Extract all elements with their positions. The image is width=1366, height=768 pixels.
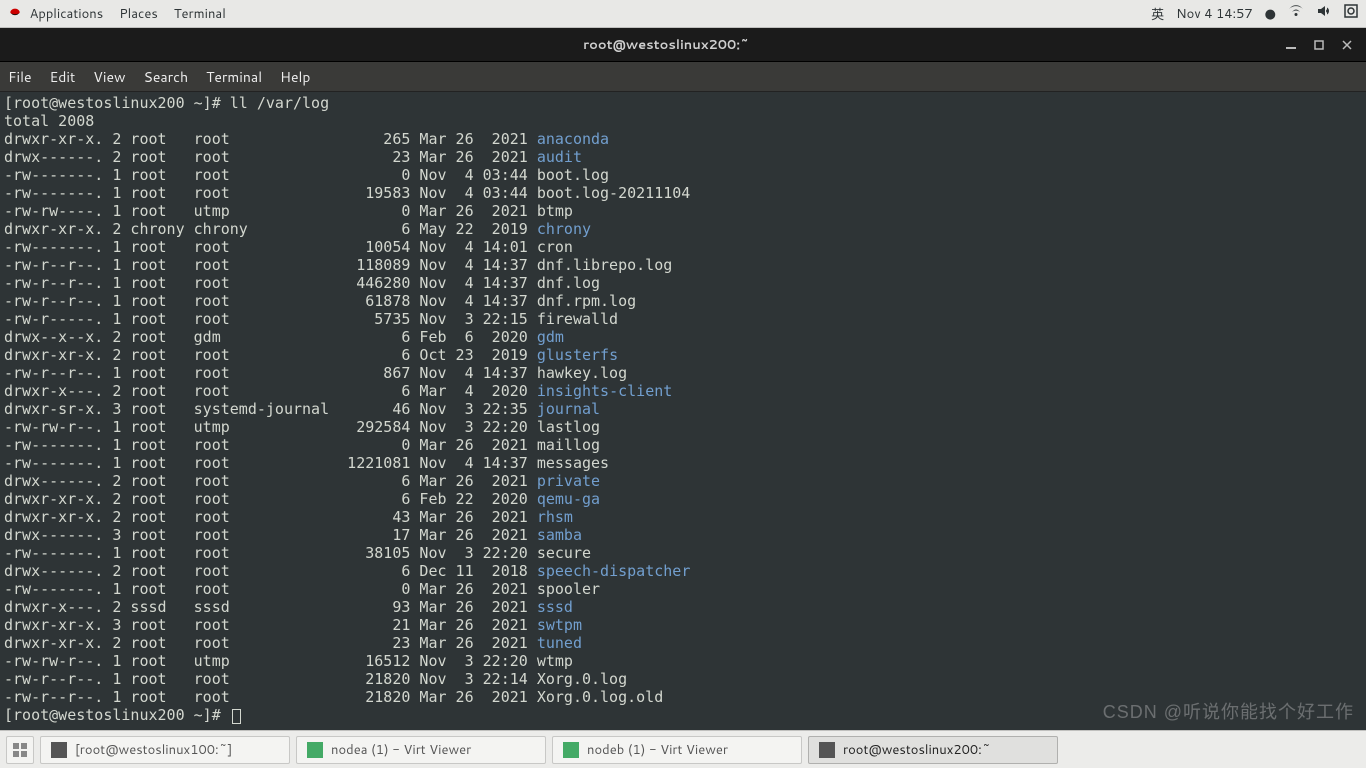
listing-row: drwx------. 3 root root 17 Mar 26 2021 s… bbox=[4, 526, 1362, 544]
terminal-output[interactable]: [root@westoslinux200 ~]# ll /var/logtota… bbox=[0, 92, 1366, 730]
topbar-left: Applications Places Terminal bbox=[8, 4, 226, 23]
monitor-icon bbox=[563, 742, 579, 758]
listing-row: -rw-------. 1 root root 10054 Nov 4 14:0… bbox=[4, 238, 1362, 256]
cursor bbox=[232, 709, 241, 724]
apps-label: Applications bbox=[30, 5, 104, 23]
clock[interactable]: Nov 4 14:57 bbox=[1176, 5, 1253, 23]
listing-row: drwx------. 2 root root 6 Mar 26 2021 pr… bbox=[4, 472, 1362, 490]
monitor-icon bbox=[307, 742, 323, 758]
listing-row: -rw-r--r--. 1 root root 118089 Nov 4 14:… bbox=[4, 256, 1362, 274]
listing-row: drwxr-xr-x. 3 root root 21 Mar 26 2021 s… bbox=[4, 616, 1362, 634]
listing-row: -rw-------. 1 root root 1221081 Nov 4 14… bbox=[4, 454, 1362, 472]
listing-row: -rw-r-----. 1 root root 5735 Nov 3 22:15… bbox=[4, 310, 1362, 328]
listing-row: drwxr-x---. 2 root root 6 Mar 4 2020 ins… bbox=[4, 382, 1362, 400]
redhat-icon bbox=[8, 4, 22, 18]
terminal-icon bbox=[51, 742, 67, 758]
listing-row: drwxr-xr-x. 2 root root 265 Mar 26 2021 … bbox=[4, 130, 1362, 148]
places-menu[interactable]: Places bbox=[119, 5, 158, 23]
prompt-line: [root@westoslinux200 ~]# ll /var/log bbox=[4, 94, 1362, 112]
listing-row: -rw-r--r--. 1 root root 21820 Nov 3 22:1… bbox=[4, 670, 1362, 688]
listing-row: drwxr-xr-x. 2 root root 23 Mar 26 2021 t… bbox=[4, 634, 1362, 652]
listing-row: -rw-r--r--. 1 root root 61878 Nov 4 14:3… bbox=[4, 292, 1362, 310]
desktop-topbar: Applications Places Terminal 英 Nov 4 14:… bbox=[0, 0, 1366, 28]
maximize-button[interactable] bbox=[1312, 38, 1326, 52]
task-label: nodeb (1) - Virt Viewer bbox=[587, 741, 728, 759]
notification-dot: ● bbox=[1265, 5, 1276, 23]
listing-row: drwxr-xr-x. 2 root root 6 Feb 22 2020 qe… bbox=[4, 490, 1362, 508]
volume-icon[interactable] bbox=[1316, 4, 1332, 23]
menu-edit[interactable]: Edit bbox=[50, 67, 76, 87]
power-icon[interactable] bbox=[1344, 4, 1358, 23]
listing-row: drwx--x--x. 2 root gdm 6 Feb 6 2020 gdm bbox=[4, 328, 1362, 346]
listing-row: -rw-------. 1 root root 0 Mar 26 2021 ma… bbox=[4, 436, 1362, 454]
listing-row: -rw-r--r--. 1 root root 867 Nov 4 14:37 … bbox=[4, 364, 1362, 382]
listing-row: -rw-rw----. 1 root utmp 0 Mar 26 2021 bt… bbox=[4, 202, 1362, 220]
total-line: total 2008 bbox=[4, 112, 1362, 130]
listing-row: -rw-------. 1 root root 38105 Nov 3 22:2… bbox=[4, 544, 1362, 562]
task-terminal-100[interactable]: [root@westoslinux100:~] bbox=[40, 736, 290, 764]
terminal-menubar: File Edit View Search Terminal Help bbox=[0, 62, 1366, 92]
listing-row: drwx------. 2 root root 23 Mar 26 2021 a… bbox=[4, 148, 1362, 166]
listing-row: drwxr-xr-x. 2 root root 43 Mar 26 2021 r… bbox=[4, 508, 1362, 526]
window-title: root@westoslinux200:~ bbox=[60, 36, 1272, 54]
task-label: root@westoslinux200:~ bbox=[843, 741, 991, 759]
task-virt-nodeb[interactable]: nodeb (1) - Virt Viewer bbox=[552, 736, 802, 764]
task-virt-nodea[interactable]: nodea (1) - Virt Viewer bbox=[296, 736, 546, 764]
menu-file[interactable]: File bbox=[8, 67, 32, 87]
listing-row: drwx------. 2 root root 6 Dec 11 2018 sp… bbox=[4, 562, 1362, 580]
minimize-button[interactable] bbox=[1284, 38, 1298, 52]
listing-row: -rw-r--r--. 1 root root 21820 Mar 26 202… bbox=[4, 688, 1362, 706]
listing-row: drwxr-x---. 2 sssd sssd 93 Mar 26 2021 s… bbox=[4, 598, 1362, 616]
terminal-icon bbox=[819, 742, 835, 758]
task-label: nodea (1) - Virt Viewer bbox=[331, 741, 471, 759]
task-label: [root@westoslinux100:~] bbox=[75, 741, 232, 759]
network-icon[interactable] bbox=[1288, 4, 1304, 23]
listing-row: drwxr-sr-x. 3 root systemd-journal 46 No… bbox=[4, 400, 1362, 418]
topbar-right: 英 Nov 4 14:57 ● bbox=[1151, 4, 1358, 24]
listing-row: -rw-rw-r--. 1 root utmp 16512 Nov 3 22:2… bbox=[4, 652, 1362, 670]
menu-terminal[interactable]: Terminal bbox=[206, 67, 262, 87]
activities-menu[interactable]: Applications bbox=[8, 4, 103, 23]
listing-row: -rw-------. 1 root root 19583 Nov 4 03:4… bbox=[4, 184, 1362, 202]
listing-row: drwxr-xr-x. 2 root root 6 Oct 23 2019 gl… bbox=[4, 346, 1362, 364]
prompt-line: [root@westoslinux200 ~]# bbox=[4, 706, 1362, 724]
listing-row: drwxr-xr-x. 2 chrony chrony 6 May 22 201… bbox=[4, 220, 1362, 238]
terminal-menu[interactable]: Terminal bbox=[174, 5, 226, 23]
show-desktop-button[interactable] bbox=[6, 736, 34, 764]
listing-row: -rw-rw-r--. 1 root utmp 292584 Nov 3 22:… bbox=[4, 418, 1362, 436]
listing-row: -rw-------. 1 root root 0 Mar 26 2021 sp… bbox=[4, 580, 1362, 598]
close-button[interactable] bbox=[1340, 38, 1354, 52]
listing-row: -rw-r--r--. 1 root root 446280 Nov 4 14:… bbox=[4, 274, 1362, 292]
input-method-indicator[interactable]: 英 bbox=[1151, 4, 1164, 24]
window-titlebar[interactable]: root@westoslinux200:~ bbox=[0, 28, 1366, 62]
task-terminal-200[interactable]: root@westoslinux200:~ bbox=[808, 736, 1058, 764]
listing-row: -rw-------. 1 root root 0 Nov 4 03:44 bo… bbox=[4, 166, 1362, 184]
menu-search[interactable]: Search bbox=[144, 67, 189, 87]
menu-help[interactable]: Help bbox=[280, 67, 310, 87]
menu-view[interactable]: View bbox=[93, 67, 125, 87]
terminal-window: root@westoslinux200:~ File Edit View Sea… bbox=[0, 28, 1366, 730]
desktop-taskbar: [root@westoslinux100:~] nodea (1) - Virt… bbox=[0, 730, 1366, 768]
